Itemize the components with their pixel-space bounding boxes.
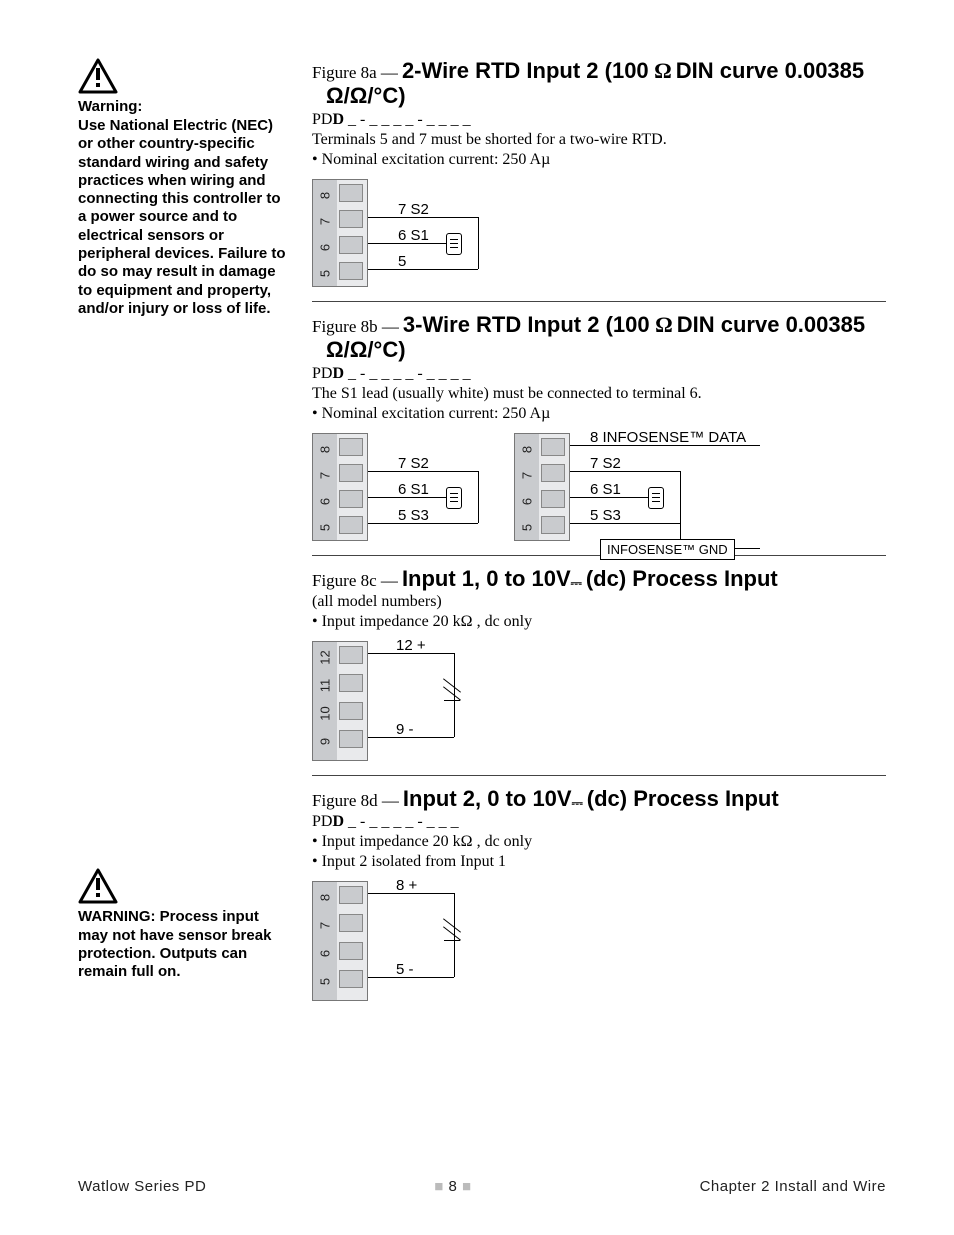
warning2-body: WARNING: Process input may not have sens… [78, 908, 288, 981]
fig8b-desc: The S1 lead (usually white) must be conn… [312, 385, 886, 403]
warning1-heading: Warning: [78, 98, 288, 115]
fig8d-bullet1: • Input impedance 20 kΩ , dc only [312, 833, 886, 851]
separator [312, 301, 886, 302]
warning1-body: Use National Electric (NEC) or other cou… [78, 117, 288, 318]
fig8d-bullet2: • Input 2 isolated from Input 1 [312, 853, 886, 871]
fig8a-caption: Figure 8a — 2-Wire RTD Input 2 (100 Ω DI… [312, 58, 886, 109]
warning-icon [78, 58, 118, 94]
separator [312, 775, 886, 776]
footer-right: Chapter 2 Install and Wire [700, 1178, 886, 1195]
fig8d-model: PDD _ - _ _ _ _ - _ _ _ [312, 813, 886, 831]
fig8d-diagram: 8 7 6 5 8 + 5 - [312, 881, 472, 1001]
fig8a-desc: Terminals 5 and 7 must be shorted for a … [312, 131, 886, 149]
footer-page: ■ 8 ■ [434, 1178, 471, 1195]
fig8c-caption: Figure 8c — Input 1, 0 to 10V⎓ (dc) Proc… [312, 566, 886, 591]
warning-icon [78, 868, 118, 904]
separator [312, 555, 886, 556]
fig8b-caption: Figure 8b — 3-Wire RTD Input 2 (100 Ω DI… [312, 312, 886, 363]
page-footer: Watlow Series PD ■ 8 ■ Chapter 2 Install… [78, 1178, 886, 1195]
fig8a-model: PDD _ - _ _ _ _ - _ _ _ _ [312, 111, 886, 129]
fig8a-bullet: • Nominal excitation current: 250 Aµ [312, 151, 886, 169]
fig8b-diagram-right: 8 7 6 5 8 INFOSENSE™ DATA 7 S2 [514, 433, 764, 541]
fig8b-diagram-left: 8 7 6 5 7 S2 6 S1 5 S3 [312, 433, 492, 541]
fig8b-bullet: • Nominal excitation current: 250 Aµ [312, 405, 886, 423]
footer-left: Watlow Series PD [78, 1178, 206, 1195]
fig8c-diagram: 12 11 10 9 12 + 9 - [312, 641, 472, 761]
fig8c-desc: (all model numbers) [312, 593, 886, 611]
fig8b-model: PDD _ - _ _ _ _ - _ _ _ _ [312, 365, 886, 383]
fig8c-bullet: • Input impedance 20 k , dc only• Input … [312, 613, 886, 631]
fig8a-diagram: 8 7 6 5 7 S2 6 S1 5 [312, 179, 492, 287]
fig8d-caption: Figure 8d — Input 2, 0 to 10V⎓ (dc) Proc… [312, 786, 886, 811]
